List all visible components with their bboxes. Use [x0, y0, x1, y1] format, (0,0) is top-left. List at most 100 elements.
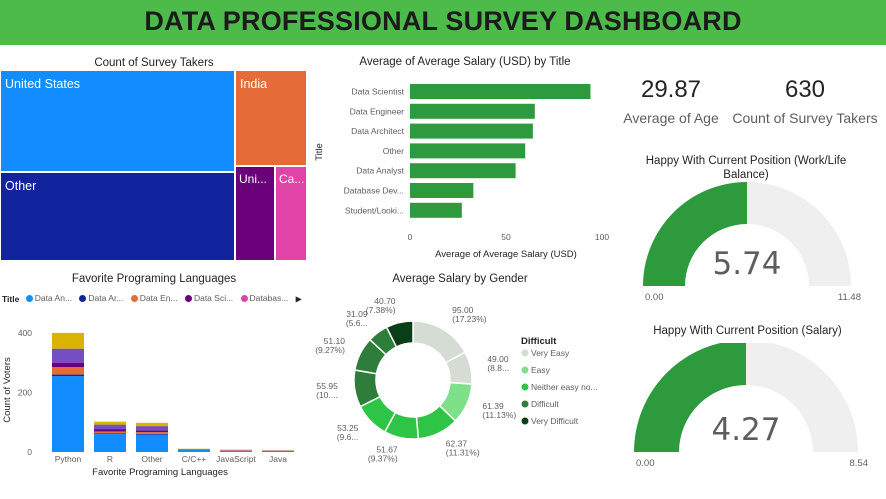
donut-legend-dot: [521, 349, 529, 357]
salary-by-title-chart[interactable]: Data Scientist Data Engineer Data Architec…: [310, 70, 620, 265]
legend-dot: [79, 294, 87, 302]
stacked-bar-segment[interactable]: [52, 374, 84, 377]
languages-legend[interactable]: Title Data An... Data Ar... Data En... D…: [2, 293, 308, 304]
treemap-title: Count of Survey Takers: [94, 57, 214, 69]
kpi-age-label: Average of Age: [623, 110, 719, 126]
gauge-max-label: 11.48: [838, 292, 861, 303]
legend-item[interactable]: Data An...: [25, 293, 73, 303]
legend-label: Databas...: [249, 293, 289, 303]
gauge-min-label: 0.00: [645, 292, 664, 303]
stacked-bar-segment[interactable]: [94, 434, 126, 452]
stacked-bar-segment[interactable]: [220, 451, 252, 452]
bar[interactable]: [410, 202, 462, 218]
legend-dot: [25, 294, 33, 302]
stacked-bar-segment[interactable]: [52, 332, 84, 349]
gauge-worklife[interactable]: 5.74 0.00 11.48: [630, 182, 870, 308]
legend-item[interactable]: Data En...: [130, 293, 178, 303]
donut-data-label: 95.00 (17.23%): [452, 305, 487, 324]
kpi-count-value: 630: [784, 76, 826, 103]
donut-legend-label: Difficult: [531, 399, 559, 409]
donut-legend-label: Neither easy no...: [531, 382, 598, 392]
treemap-label: India: [240, 77, 268, 91]
treemap-label: Ca...: [279, 172, 305, 186]
bar[interactable]: [410, 143, 526, 159]
bar-category-label: Data Engineer: [350, 106, 405, 116]
legend-next-arrow[interactable]: ▶: [296, 295, 302, 304]
y-tick-label: 0: [27, 447, 32, 457]
x-tick-label: 100: [595, 232, 609, 242]
stacked-bar-segment[interactable]: [94, 421, 126, 425]
gauge-min-label: 0.00: [636, 458, 655, 469]
stacked-bar-segment[interactable]: [262, 451, 294, 452]
gauge-worklife-title: Happy With Current Position (Work/Life B…: [645, 155, 847, 181]
treemap-label: United States: [5, 77, 81, 91]
treemap-chart[interactable]: United States Other India Uni... Ca...: [0, 70, 308, 260]
x-tick-label: Other: [141, 454, 162, 464]
treemap-cell-other[interactable]: Other: [1, 173, 234, 260]
legend-dot: [184, 294, 192, 302]
x-tick-label: Python: [55, 454, 82, 464]
x-tick-label: 50: [501, 232, 511, 242]
stacked-bar-segment[interactable]: [136, 433, 168, 435]
legend-label: Data An...: [34, 293, 73, 303]
stacked-bar-segment[interactable]: [94, 431, 126, 434]
stacked-bar-segment[interactable]: [52, 362, 84, 368]
donut-data-label: 55.95 (10....: [316, 381, 338, 400]
bar[interactable]: [410, 103, 535, 119]
stacked-bar-segment[interactable]: [52, 348, 84, 363]
legend-item[interactable]: Data Sci...: [184, 293, 233, 303]
legend-item[interactable]: Databas...: [240, 293, 289, 303]
bar[interactable]: [410, 183, 474, 198]
bar-category-label: Data Architect: [351, 126, 405, 136]
bar[interactable]: [410, 123, 533, 139]
stacked-bar-segment[interactable]: [136, 434, 168, 452]
gauge-value: 4.27: [711, 412, 780, 448]
stacked-bar-segment[interactable]: [136, 422, 168, 427]
donut-data-label: 61.39 (11.13%): [482, 401, 516, 420]
salary-by-title-title: Average of Average Salary (USD) by Title: [359, 56, 571, 68]
donut-data-label: 31.09 (5.6...: [346, 309, 368, 328]
stacked-bar-segment[interactable]: [52, 376, 84, 452]
stacked-bar-segment[interactable]: [94, 429, 126, 432]
x-tick-label: 0: [408, 232, 413, 242]
stacked-bar-segment[interactable]: [220, 450, 252, 451]
bar[interactable]: [410, 84, 591, 99]
stacked-bar-segment[interactable]: [94, 433, 126, 435]
y-axis-title: Count of Voters: [2, 357, 13, 423]
gauge-salary[interactable]: 4.27 0.00 8.54: [624, 343, 874, 476]
donut-legend-dot: [521, 366, 529, 374]
bar-category-label: Data Analyst: [356, 166, 404, 176]
treemap-cell-united-states[interactable]: United States: [1, 71, 234, 171]
legend-item[interactable]: Data Ar...: [79, 293, 123, 303]
stacked-bar-segment[interactable]: [136, 430, 168, 433]
salary-by-gender-chart[interactable]: 95.00 (17.23%) 49.00 (8.8... 61.39 (11.13%)62…: [310, 290, 610, 465]
treemap-label: Other: [5, 179, 37, 193]
donut-data-label: 53.25 (9.6...: [337, 423, 359, 442]
kpi-age-value: 29.87: [640, 76, 702, 103]
stacked-bar-segment[interactable]: [94, 424, 126, 430]
languages-chart[interactable]: 0 200 400 Python R Other C/C++ JavaScript Java Fa…: [0, 308, 308, 483]
treemap-cell-india[interactable]: India: [236, 71, 306, 165]
gauge-value: 5.74: [712, 246, 781, 282]
x-tick-label: JavaScript: [216, 454, 256, 464]
donut-legend-dot: [521, 400, 529, 408]
languages-title: Favorite Programing Languages: [71, 273, 237, 285]
treemap-cell-uk[interactable]: Uni...: [236, 167, 274, 260]
kpi-count-label: Count of Survey Takers: [732, 110, 878, 126]
stacked-bar-segment[interactable]: [136, 432, 168, 434]
donut-legend-label: Very Easy: [531, 348, 570, 358]
donut-data-label: 49.00 (8.8...: [487, 354, 509, 373]
bar[interactable]: [410, 163, 516, 179]
donut-legend-title: Difficult: [521, 336, 557, 347]
donut-legend-label: Very Difficult: [531, 416, 579, 426]
stacked-bar-segment[interactable]: [136, 426, 168, 431]
donut-data-label: 51.10 (9.27%): [315, 336, 345, 355]
donut-data-label: 51.67 (9.37%): [368, 444, 398, 463]
x-tick-label: C/C++: [182, 454, 207, 464]
legend-label: Data Ar...: [88, 293, 124, 303]
dashboard-title: DATA PROFESSIONAL SURVEY DASHBOARD: [144, 6, 742, 36]
y-tick-label: 400: [18, 328, 32, 338]
stacked-bar-segment[interactable]: [52, 367, 84, 375]
treemap-cell-canada[interactable]: Ca...: [276, 167, 306, 260]
stacked-bar-segment[interactable]: [178, 449, 210, 452]
